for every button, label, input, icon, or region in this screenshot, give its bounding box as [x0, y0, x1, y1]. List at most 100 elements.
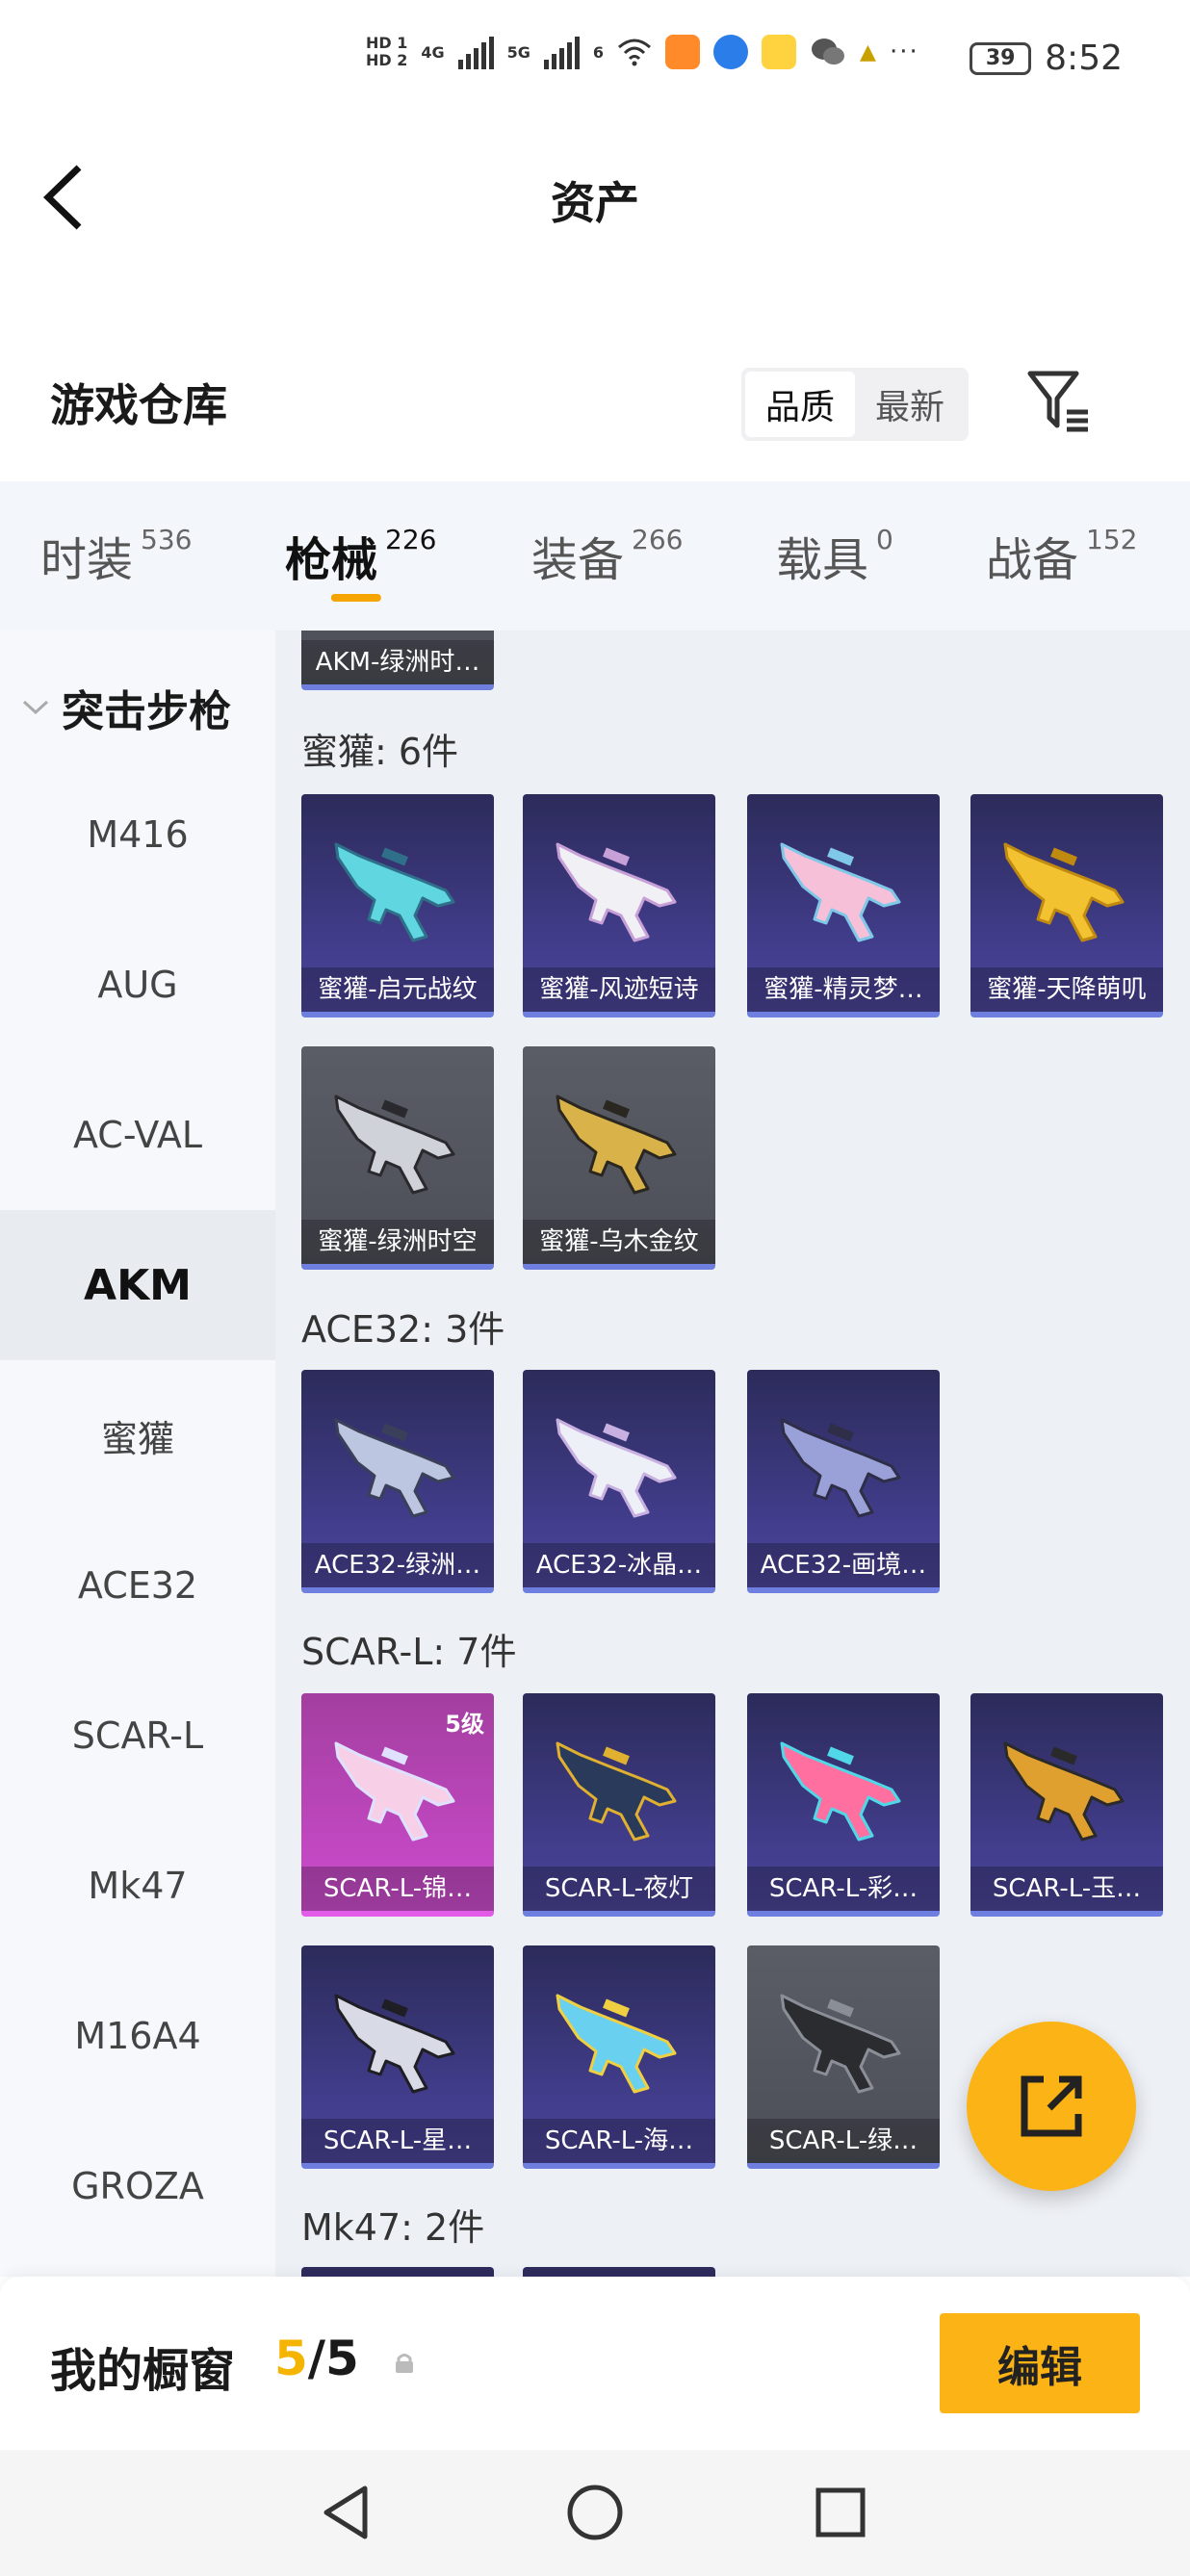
skin-card-label: SCAR-L-海…	[523, 2119, 715, 2163]
skin-card[interactable]: AKM-绿洲时…	[301, 631, 494, 690]
sidebar-item-ace32[interactable]: ACE32	[0, 1510, 275, 1661]
sidebar-item-label: M16A4	[74, 2015, 201, 2057]
app-notification-icon	[665, 35, 701, 69]
sort-newest-button[interactable]: 最新	[855, 372, 965, 437]
skin-card-label: 蜜獾-绿洲时空	[301, 1220, 494, 1264]
sidebar-item-akm[interactable]: AKM	[0, 1210, 275, 1360]
skin-card[interactable]: SCAR-L-玉…	[970, 1693, 1163, 1917]
tab-vehicles[interactable]: 载具 0	[776, 481, 893, 631]
skin-card[interactable]: SCAR-L-星…	[301, 1945, 494, 2169]
nav-recents-icon[interactable]	[807, 2479, 874, 2546]
wechat-icon	[812, 39, 845, 64]
sidebar-item-label: 蜜獾	[100, 1417, 174, 1460]
skin-card-label: 蜜獾-天降萌叽	[970, 967, 1163, 1012]
tab-label: 时装	[40, 533, 134, 587]
tab-label: 载具	[776, 533, 869, 587]
skin-card[interactable]: 蜜獾-风迹短诗	[523, 794, 715, 1018]
lock-icon	[396, 2354, 413, 2373]
sidebar-item-m416[interactable]: M416	[0, 760, 275, 910]
tab-fashion[interactable]: 时装 536	[40, 481, 192, 631]
clock: 8:52	[1045, 39, 1123, 78]
nav-back-icon[interactable]	[313, 2479, 380, 2546]
gun-icon	[1003, 842, 1125, 942]
skin-card[interactable]: 蜜獾-乌木金纹	[523, 1046, 715, 1270]
skin-card[interactable]: 蜜獾-精灵梦…	[747, 794, 940, 1018]
showcase-current: 5	[274, 2331, 308, 2386]
sidebar-item-honeybadger[interactable]: 蜜獾	[0, 1360, 275, 1510]
skin-card-label: 蜜獾-启元战纹	[301, 967, 494, 1012]
skin-card[interactable]: ACE32-画境…	[747, 1370, 940, 1593]
skin-card[interactable]: SCAR-L-彩…	[747, 1693, 940, 1917]
weapon-type-sidebar: 突击步枪 M416 AUG AC-VAL AKM 蜜獾 ACE32 SCAR-L…	[0, 631, 275, 2277]
gun-icon	[1003, 1741, 1125, 1842]
filter-icon[interactable]	[1024, 368, 1094, 437]
gun-icon	[556, 1095, 677, 1195]
gun-icon	[334, 1095, 455, 1195]
signal-icon	[457, 35, 494, 69]
net2-text: 5G	[506, 42, 530, 62]
skin-card-label: SCAR-L-星…	[301, 2119, 494, 2163]
sidebar-item-m16a4[interactable]: M16A4	[0, 1961, 275, 2111]
skin-card[interactable]: SCAR-L-绿…	[747, 1945, 940, 2169]
sidebar-item-label: AUG	[97, 964, 178, 1006]
skin-card[interactable]: 蜜獾-启元战纹	[301, 794, 494, 1018]
sidebar-group-assault-rifle[interactable]: 突击步枪	[21, 677, 231, 738]
tab-supplies[interactable]: 战备 152	[986, 481, 1137, 631]
sidebar-item-label: Mk47	[88, 1865, 188, 1907]
tab-count: 152	[1086, 524, 1138, 555]
sidebar-item-label: GROZA	[71, 2165, 204, 2207]
app-notification-icon	[713, 35, 749, 69]
edit-button[interactable]: 编辑	[940, 2313, 1140, 2413]
share-button[interactable]	[967, 2022, 1136, 2191]
skin-card[interactable]: 蜜獾-天降萌叽	[970, 794, 1163, 1018]
section-title-honeybadger: 蜜獾: 6件	[301, 731, 459, 773]
nav-home-icon[interactable]	[561, 2479, 629, 2546]
skin-card[interactable]: ACE32-绿洲…	[301, 1370, 494, 1593]
skin-card[interactable]: SCAR-L-海…	[523, 1945, 715, 2169]
skin-card-label: SCAR-L-彩…	[747, 1867, 940, 1911]
skin-card-label: SCAR-L-锦…	[301, 1867, 494, 1911]
wifi-icon	[618, 39, 652, 66]
sidebar-item-groza[interactable]: GROZA	[0, 2111, 275, 2261]
gun-icon	[556, 1994, 677, 2094]
sidebar-item-aug[interactable]: AUG	[0, 910, 275, 1060]
tab-label: 战备	[986, 533, 1079, 587]
sidebar-group-label: 突击步枪	[62, 687, 231, 736]
skin-card[interactable]: 5级 SCAR-L-锦…	[301, 1693, 494, 1917]
tab-count: 266	[632, 524, 684, 555]
skin-card-label: 蜜獾-乌木金纹	[523, 1220, 715, 1264]
skin-card-label: ACE32-画境…	[747, 1543, 940, 1587]
tab-label: 枪械	[285, 533, 378, 587]
skin-card[interactable]: SCAR-L-夜灯	[523, 1693, 715, 1917]
active-tab-indicator	[330, 594, 381, 602]
skin-card-label: 蜜獾-精灵梦…	[747, 967, 940, 1012]
skin-card-label: SCAR-L-绿…	[747, 2119, 940, 2163]
tab-count: 226	[385, 524, 437, 555]
skin-card[interactable]: ACE32-冰晶…	[523, 1370, 715, 1593]
sidebar-item-ac-val[interactable]: AC-VAL	[0, 1060, 275, 1210]
status-bar: HD 1 HD 2 4G 5G 6 ▲ ··· 39 8:52	[0, 0, 1190, 135]
skin-card[interactable]	[301, 2267, 494, 2277]
section-title-mk47: Mk47: 2件	[301, 2206, 485, 2249]
skin-card-label: SCAR-L-玉…	[970, 1867, 1163, 1911]
app-notification-icon: ▲	[860, 39, 876, 64]
sidebar-item-scar-l[interactable]: SCAR-L	[0, 1661, 275, 1811]
battery-icon: 39	[970, 41, 1032, 75]
sidebar-item-label: M416	[87, 813, 189, 856]
gun-icon	[780, 842, 901, 942]
showcase-label: 我的橱窗	[50, 2344, 236, 2398]
chevron-down-icon	[22, 700, 49, 715]
sidebar-item-mk47[interactable]: Mk47	[0, 1811, 275, 1961]
gun-icon	[334, 1741, 455, 1842]
sort-quality-button[interactable]: 品质	[745, 372, 855, 437]
gun-icon	[334, 842, 455, 942]
gun-icon	[780, 1741, 901, 1842]
tab-weapons[interactable]: 枪械 226	[285, 481, 436, 631]
net3-text: 6	[592, 42, 605, 62]
tab-equipment[interactable]: 装备 266	[531, 481, 683, 631]
skin-card[interactable]	[523, 2267, 715, 2277]
skin-card[interactable]: 蜜獾-绿洲时空	[301, 1046, 494, 1270]
gun-icon	[334, 1994, 455, 2094]
hd1-text: HD 1	[366, 34, 408, 52]
warehouse-title: 游戏仓库	[50, 379, 227, 431]
